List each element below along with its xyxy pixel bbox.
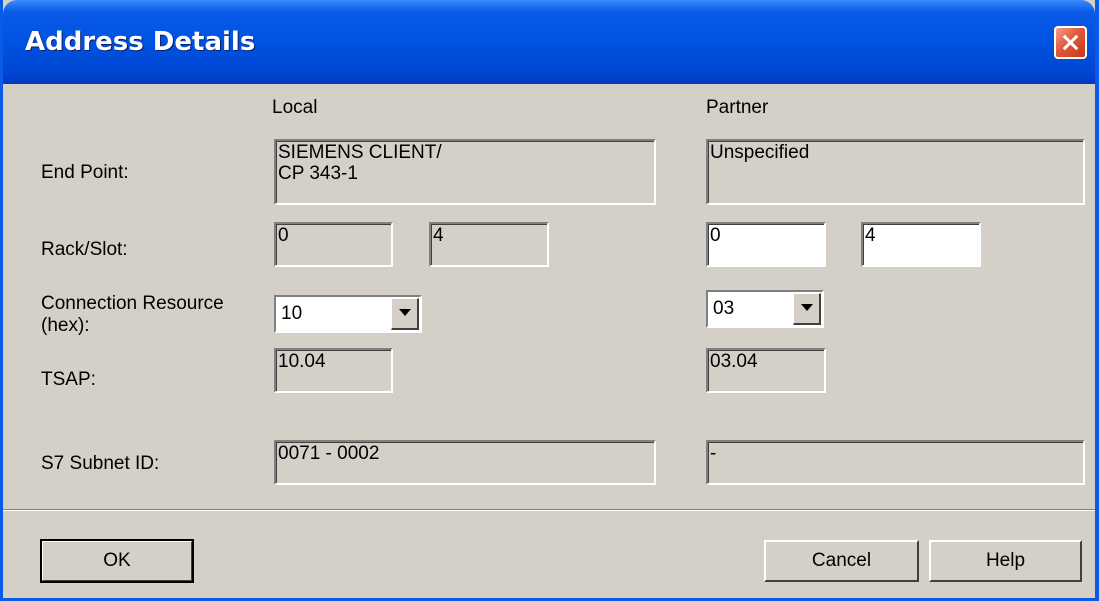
local-slot-field: 4 (429, 222, 549, 267)
partner-rack-input[interactable]: 0 (706, 222, 826, 267)
local-column-header: Local (272, 97, 317, 119)
partner-slot-input[interactable]: 4 (861, 222, 981, 267)
subnet-id-label: S7 Subnet ID: (41, 453, 160, 474)
tsap-label: TSAP: (41, 369, 96, 390)
local-header-label: Local (272, 97, 318, 118)
cancel-button[interactable]: Cancel (764, 540, 919, 582)
title-bar[interactable]: Address Details (3, 0, 1095, 84)
chevron-down-icon[interactable] (391, 298, 419, 330)
connection-resource-label: Connection Resource (hex): (41, 293, 224, 336)
partner-column-header: Partner (706, 97, 768, 119)
window-title: Address Details (25, 27, 256, 57)
local-end-point-field: SIEMENS CLIENT/ CP 343-1 (274, 139, 656, 205)
partner-tsap-field: 03.04 (706, 348, 826, 393)
local-subnet-id-field: 0071 - 0002 (274, 440, 656, 485)
local-tsap-field: 10.04 (274, 348, 393, 393)
partner-subnet-id-field: - (706, 440, 1085, 485)
partner-header-label: Partner (706, 97, 769, 118)
close-button[interactable] (1054, 26, 1087, 59)
local-rack-field: 0 (274, 222, 393, 267)
partner-connection-resource-select[interactable]: 03 (706, 290, 824, 328)
partner-connection-resource-value: 03 (713, 298, 735, 319)
button-separator (3, 509, 1095, 511)
help-button[interactable]: Help (929, 540, 1082, 582)
end-point-label: End Point: (41, 162, 129, 183)
ok-button[interactable]: OK (40, 539, 194, 583)
local-connection-resource-select[interactable]: 10 (274, 295, 422, 333)
chevron-down-icon[interactable] (793, 293, 821, 325)
rack-slot-label: Rack/Slot: (41, 239, 128, 260)
local-connection-resource-value: 10 (281, 303, 303, 324)
address-details-dialog: Address Details Local Partner End Point:… (0, 0, 1099, 601)
partner-end-point-field: Unspecified (706, 139, 1085, 205)
